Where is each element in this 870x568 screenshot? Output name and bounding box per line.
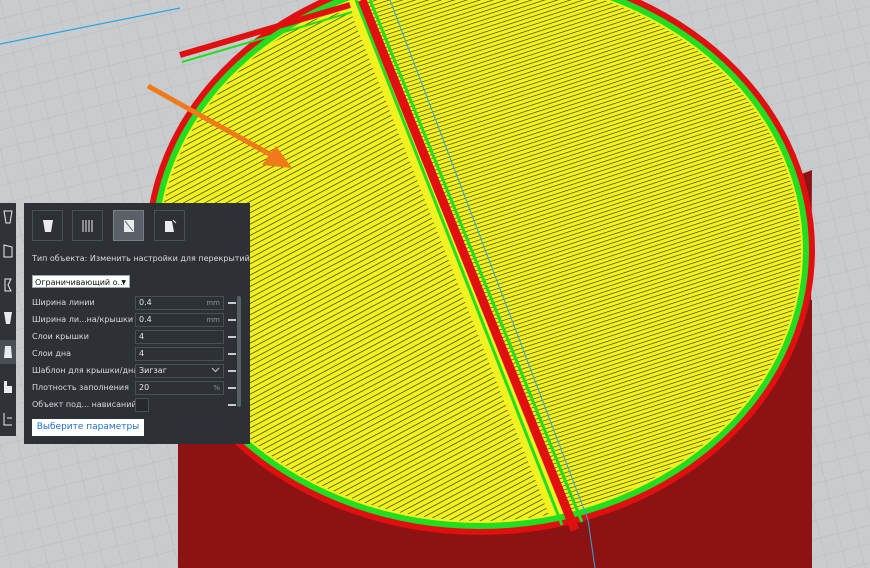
settings-scrollbar[interactable] xyxy=(237,296,241,407)
top-layers-field[interactable]: 4 xyxy=(135,330,224,344)
remove-setting-button[interactable] xyxy=(228,353,236,355)
line-width-field[interactable]: 0.4 mm xyxy=(135,296,224,310)
setting-row-overhang-mesh: Объект под... нависаний xyxy=(32,397,238,413)
setting-value: 4 xyxy=(139,349,145,358)
infill-density-field[interactable]: 20 % xyxy=(135,381,224,395)
per-model-settings-icon[interactable] xyxy=(0,340,16,364)
rotate-icon[interactable] xyxy=(0,273,16,297)
select-settings-button[interactable]: Выберите параметры xyxy=(32,419,144,436)
bottom-layers-field[interactable]: 4 xyxy=(135,347,224,361)
setting-row-top-layers: Слои крышки 4 xyxy=(32,329,238,345)
skin-line-width-field[interactable]: 0.4 mm xyxy=(135,313,224,327)
setting-row-skin-line-width: Ширина ли...на/крышки 0.4 mm xyxy=(32,312,238,328)
layers-icon[interactable] xyxy=(0,407,16,431)
modify-settings-for-overlaps-icon[interactable] xyxy=(113,210,144,241)
setting-value: 4 xyxy=(139,332,145,341)
scale-icon[interactable] xyxy=(0,239,16,263)
setting-label: Ширина линии xyxy=(32,298,95,307)
top-bottom-pattern-select[interactable]: Зигзаг xyxy=(135,364,224,378)
setting-label: Объект под... нависаний xyxy=(32,400,137,409)
setting-unit: % xyxy=(213,384,220,392)
remove-setting-button[interactable] xyxy=(228,404,236,406)
setting-value: 0.4 xyxy=(139,298,152,307)
setting-value: 20 xyxy=(139,383,150,392)
remove-setting-button[interactable] xyxy=(228,387,236,389)
setting-value: 0.4 xyxy=(139,315,152,324)
setting-label: Плотность заполнения xyxy=(32,383,129,392)
dont-support-overlaps-icon[interactable] xyxy=(154,210,185,241)
setting-unit: mm xyxy=(206,299,220,307)
normal-model-icon[interactable] xyxy=(32,210,63,241)
left-toolbar xyxy=(0,203,16,436)
per-model-settings-panel: Тип объекта: Изменить настройки для пере… xyxy=(24,203,250,444)
chevron-down-icon: ▼ xyxy=(121,279,126,286)
object-type-description: Тип объекта: Изменить настройки для пере… xyxy=(32,254,250,263)
setting-label: Ширина ли...на/крышки xyxy=(32,315,134,324)
remove-setting-button[interactable] xyxy=(228,370,236,372)
setting-label: Слои крышки xyxy=(32,332,89,341)
setting-label: Слои дна xyxy=(32,349,71,358)
mirror-icon[interactable] xyxy=(0,306,16,330)
mesh-type-select[interactable]: Ограничивающий о... ▼ xyxy=(32,275,130,288)
mesh-type-select-value: Ограничивающий о... xyxy=(35,278,126,287)
setting-unit: mm xyxy=(206,316,220,324)
setting-row-line-width: Ширина линии 0.4 mm xyxy=(32,295,238,311)
setting-value: Зигзаг xyxy=(139,366,167,375)
remove-setting-button[interactable] xyxy=(228,336,236,338)
remove-setting-button[interactable] xyxy=(228,319,236,321)
support-blocker-icon[interactable] xyxy=(0,375,16,399)
setting-row-infill-density: Плотность заполнения 20 % xyxy=(32,380,238,396)
setting-row-top-bottom-pattern: Шаблон для крышки/дна Зигзаг xyxy=(32,363,238,379)
overhang-mesh-checkbox[interactable] xyxy=(135,398,149,412)
setting-row-bottom-layers: Слои дна 4 xyxy=(32,346,238,362)
move-icon[interactable] xyxy=(0,205,16,229)
remove-setting-button[interactable] xyxy=(228,302,236,304)
chevron-down-icon xyxy=(211,365,220,377)
setting-label: Шаблон для крышки/дна xyxy=(32,366,139,375)
print-as-support-icon[interactable] xyxy=(72,210,103,241)
